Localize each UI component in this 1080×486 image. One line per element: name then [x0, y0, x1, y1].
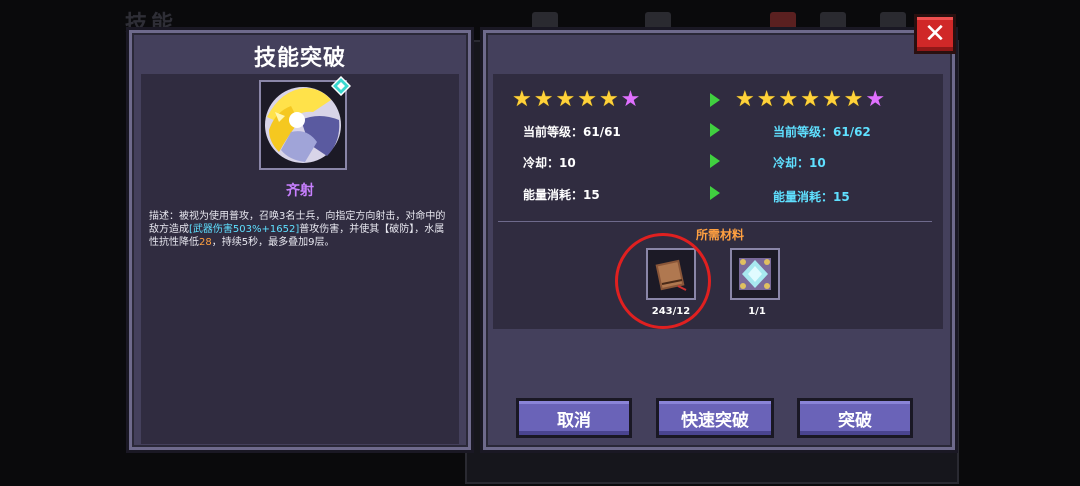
quick-breakthrough-button[interactable]: 快速突破 [656, 398, 774, 438]
arrow-right-icon [710, 123, 720, 137]
cancel-button[interactable]: 取消 [516, 398, 632, 438]
divider [498, 221, 932, 222]
next-level: 当前等级：61/62 [773, 125, 871, 139]
diamond-badge-icon [331, 76, 351, 96]
current-stars: ★ ★ ★ ★ ★ ★ [512, 89, 640, 111]
star-icon: ★ [555, 87, 576, 112]
crystal-icon [739, 258, 771, 290]
star-icon: ★ [778, 87, 799, 112]
description-damage-text: [武器伤害503%+1652] [189, 224, 300, 235]
current-cooldown: 冷却：10 [523, 156, 576, 170]
pink-star-icon: ★ [865, 87, 886, 112]
star-icon: ★ [800, 87, 820, 112]
highlight-circle [615, 233, 711, 329]
next-cooldown: 冷却：10 [773, 156, 826, 170]
star-icon: ★ [821, 87, 842, 112]
description-text: ，持续5秒，最多叠加9层。 [211, 237, 335, 248]
skill-description: 描述：被视为使用普攻，召唤3名士兵，向指定方向射击，对命中的敌方造成[武器伤害5… [149, 210, 449, 249]
current-energy: 能量消耗：15 [523, 188, 600, 202]
star-icon: ★ [533, 87, 554, 112]
materials-title: 所需材料 [695, 228, 744, 242]
next-energy: 能量消耗：15 [773, 190, 850, 204]
star-icon: ★ [512, 87, 532, 112]
star-icon: ★ [843, 87, 864, 112]
pink-star-icon: ★ [620, 87, 641, 112]
star-icon: ★ [756, 87, 777, 112]
arrow-right-icon [710, 93, 720, 107]
star-icon: ★ [598, 87, 619, 112]
skill-name: 齐射 [286, 183, 314, 199]
close-icon: ✕ [924, 19, 946, 49]
description-value-text: 28 [199, 237, 212, 248]
dialog-title: 技能突破 [253, 46, 346, 71]
star-icon: ★ [577, 87, 597, 112]
current-level: 当前等级：61/61 [523, 125, 621, 139]
close-button[interactable]: ✕ [914, 14, 956, 54]
skill-info-panel: 技能突破 齐射 描述：被视为使用普攻，召唤3名士兵，向指定方向射击，对命中的敌方… [126, 27, 474, 453]
material-count: 1/1 [748, 306, 766, 317]
next-stars: ★ ★ ★ ★ ★ ★ ★ [735, 89, 885, 111]
arrow-right-icon [710, 186, 720, 200]
breakthrough-button[interactable]: 突破 [797, 398, 913, 438]
arrow-right-icon [710, 154, 720, 168]
material-crystal[interactable] [730, 248, 780, 300]
star-icon: ★ [735, 87, 755, 112]
